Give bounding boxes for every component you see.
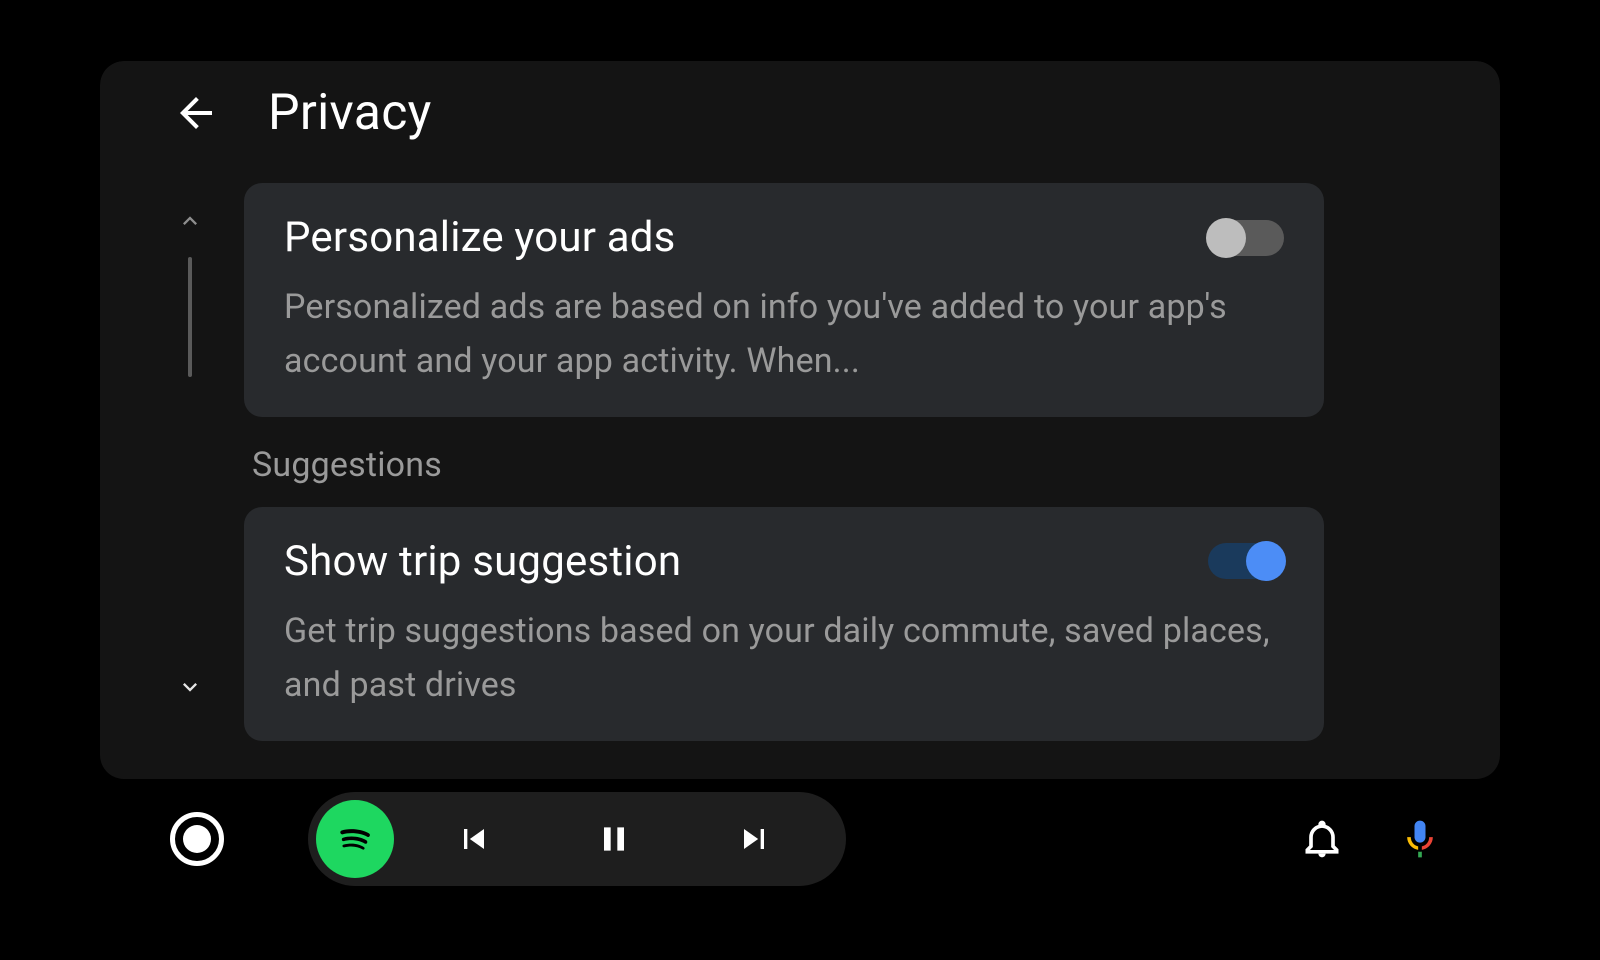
header: Privacy bbox=[100, 61, 1500, 165]
screen: Privacy Personalize your ads bbox=[100, 61, 1500, 899]
chevron-down-icon bbox=[176, 673, 204, 701]
setting-title: Show trip suggestion bbox=[284, 537, 681, 586]
app-area: Privacy Personalize your ads bbox=[100, 61, 1500, 779]
scroll-down-button[interactable] bbox=[170, 667, 210, 707]
body: Personalize your ads Personalized ads ar… bbox=[100, 165, 1500, 779]
pause-icon bbox=[594, 819, 634, 859]
setting-description: Get trip suggestions based on your daily… bbox=[284, 604, 1284, 713]
setting-header: Show trip suggestion bbox=[284, 537, 1284, 586]
arrow-left-icon bbox=[172, 89, 220, 137]
navbar bbox=[100, 779, 1500, 899]
skip-previous-icon bbox=[454, 819, 494, 859]
setting-header: Personalize your ads bbox=[284, 213, 1284, 262]
setting-description: Personalized ads are based on info you'v… bbox=[284, 280, 1284, 389]
scroll-up-button[interactable] bbox=[170, 201, 210, 241]
toggle-knob bbox=[1246, 541, 1286, 581]
mic-icon bbox=[1398, 817, 1442, 861]
bell-icon bbox=[1300, 817, 1344, 861]
media-app-button[interactable] bbox=[316, 800, 394, 878]
skip-next-icon bbox=[734, 819, 774, 859]
setting-title: Personalize your ads bbox=[284, 213, 676, 262]
toggle-personalize-ads[interactable] bbox=[1208, 220, 1284, 256]
setting-personalize-ads[interactable]: Personalize your ads Personalized ads ar… bbox=[244, 183, 1324, 417]
back-button[interactable] bbox=[164, 81, 228, 145]
page-title: Privacy bbox=[268, 84, 432, 142]
media-controls bbox=[308, 792, 846, 886]
next-track-button[interactable] bbox=[694, 800, 814, 878]
scrollbar-rail bbox=[160, 165, 220, 779]
chevron-up-icon bbox=[176, 207, 204, 235]
previous-track-button[interactable] bbox=[414, 800, 534, 878]
home-button[interactable] bbox=[170, 812, 224, 866]
setting-show-trip-suggestion[interactable]: Show trip suggestion Get trip suggestion… bbox=[244, 507, 1324, 741]
navbar-right bbox=[1292, 809, 1450, 869]
play-pause-button[interactable] bbox=[554, 800, 674, 878]
spotify-icon bbox=[330, 814, 380, 864]
content-list: Personalize your ads Personalized ads ar… bbox=[244, 165, 1324, 779]
toggle-show-trip-suggestion[interactable] bbox=[1208, 543, 1284, 579]
scrollbar-thumb[interactable] bbox=[188, 257, 192, 377]
assistant-button[interactable] bbox=[1390, 809, 1450, 869]
notifications-button[interactable] bbox=[1292, 809, 1352, 869]
section-label-suggestions: Suggestions bbox=[252, 445, 1324, 485]
toggle-knob bbox=[1206, 218, 1246, 258]
